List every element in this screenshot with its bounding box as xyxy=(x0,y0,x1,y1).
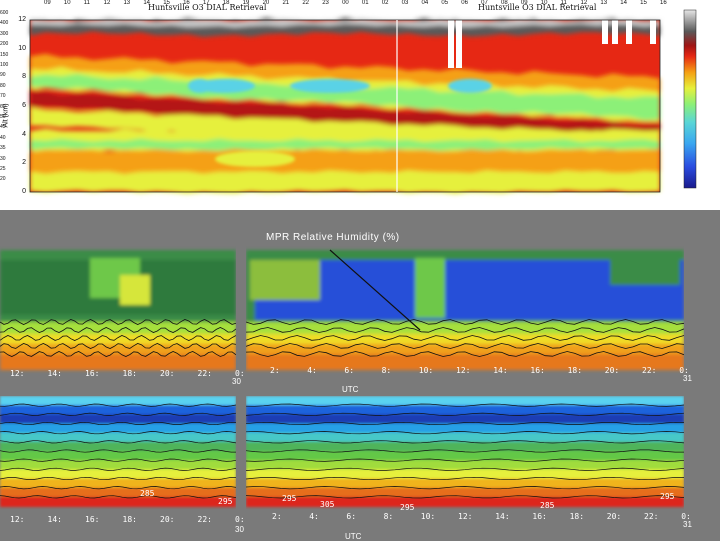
lidar-data-gap-1 xyxy=(456,20,462,68)
temperature-contour-label: 295 xyxy=(400,503,415,512)
humidity-x-tick: 22: xyxy=(197,369,212,378)
temperature-contour-label: 285 xyxy=(140,489,155,498)
temperature-x-tick: 8: xyxy=(383,512,394,521)
rh-moist-core xyxy=(120,275,150,305)
temperature-x-tick: 16: xyxy=(85,515,100,524)
rh-late-green xyxy=(610,260,680,285)
temperature-x-tick: 6: xyxy=(346,512,357,521)
theta-band-6 xyxy=(246,451,684,462)
lidar-data-gap-3 xyxy=(612,20,618,44)
theta-band-1 xyxy=(246,405,684,416)
humidity-x-tick: 18: xyxy=(567,366,583,375)
humidity-x-tick: 10: xyxy=(418,366,434,375)
humidity-x-tick: 16: xyxy=(85,369,100,378)
temperature-x-tick: 22: xyxy=(197,515,212,524)
humidity-title: MPR Relative Humidity (%) xyxy=(266,232,400,243)
humidity-x-tick: 20: xyxy=(604,366,620,375)
boundary-ozone-patch xyxy=(215,151,295,168)
theta-gap-left xyxy=(236,396,246,516)
temperature-x-tick: 20: xyxy=(160,515,175,524)
theta-band-1 xyxy=(0,405,236,416)
humidity-x-axis-label: UTC xyxy=(342,385,359,394)
temperature-x-tick: 10: xyxy=(420,512,436,521)
temperature-x-tick: 16: xyxy=(532,512,547,521)
low-ozone-patch-1 xyxy=(195,78,255,93)
temperature-x-tick: 20: xyxy=(606,512,622,521)
temperature-x-tick: 18: xyxy=(122,515,137,524)
humidity-x-tick: 2: xyxy=(270,366,280,375)
temperature-x-tick: 14: xyxy=(47,515,62,524)
temperature-x-tick: 12: xyxy=(10,515,25,524)
theta-gap-right xyxy=(684,396,694,516)
ozone-lidar-panel: Huntsville O3 DIAL Retrieval Huntsville … xyxy=(0,0,720,210)
temperature-contour-label: 305 xyxy=(320,500,335,509)
ozone-colorbar xyxy=(683,9,697,189)
humidity-x-tick: 12: xyxy=(456,366,471,375)
temperature-x-tick: 0: xyxy=(235,515,245,524)
humidity-x-tick: 14: xyxy=(493,366,508,375)
lidar-heatmap xyxy=(29,9,697,194)
humidity-day-left: 30 xyxy=(232,377,241,386)
humidity-x-tick: 14: xyxy=(47,369,62,378)
theta-band-6 xyxy=(0,451,236,462)
low-ozone-patch-3 xyxy=(290,78,370,93)
rh-gap-right xyxy=(684,240,694,370)
temperature-x-tick: 12: xyxy=(458,512,473,521)
temperature-x-tick: 18: xyxy=(569,512,585,521)
humidity-x-tick: 18: xyxy=(122,369,137,378)
theta-band-7 xyxy=(246,460,684,471)
humidity-x-tick: 4: xyxy=(307,366,317,375)
theta-band-11 xyxy=(0,496,236,507)
rh-moist-column xyxy=(415,258,445,318)
lidar-data-gap-5 xyxy=(650,20,656,44)
temperature-x-tick: 22: xyxy=(644,512,659,521)
temperature-contour-label: 295 xyxy=(282,494,297,503)
temperature-panel xyxy=(0,396,720,516)
theta-band-11 xyxy=(246,496,684,507)
theta-band-4 xyxy=(246,432,684,443)
temperature-day-right: 31 xyxy=(683,520,692,529)
low-ozone-patch-2 xyxy=(448,78,492,93)
temperature-contour-label: 295 xyxy=(660,492,675,501)
theta-band-4 xyxy=(0,432,236,443)
lidar-data-gap-2 xyxy=(602,20,608,44)
humidity-day-right: 31 xyxy=(683,374,692,383)
humidity-x-tick: 16: xyxy=(530,366,545,375)
temperature-x-tick: 2: xyxy=(272,512,282,521)
theta-band-7 xyxy=(0,460,236,471)
humidity-x-tick: 12: xyxy=(10,369,25,378)
humidity-x-tick: 6: xyxy=(344,366,355,375)
humidity-x-tick: 22: xyxy=(642,366,657,375)
humidity-x-tick: 8: xyxy=(381,366,392,375)
temperature-x-tick: 4: xyxy=(309,512,319,521)
rh-gap-left xyxy=(236,240,246,370)
humidity-x-tick: 20: xyxy=(160,369,175,378)
temperature-x-tick: 14: xyxy=(495,512,510,521)
temperature-contour-label: 295 xyxy=(218,497,233,506)
rh-cloud-region xyxy=(250,260,320,300)
lidar-data-gap-0 xyxy=(448,20,454,68)
temperature-heatmap xyxy=(0,396,694,516)
lidar-data-gap-4 xyxy=(626,20,632,44)
temperature-contour-label: 285 xyxy=(540,501,555,510)
temperature-day-left: 30 xyxy=(235,525,244,534)
